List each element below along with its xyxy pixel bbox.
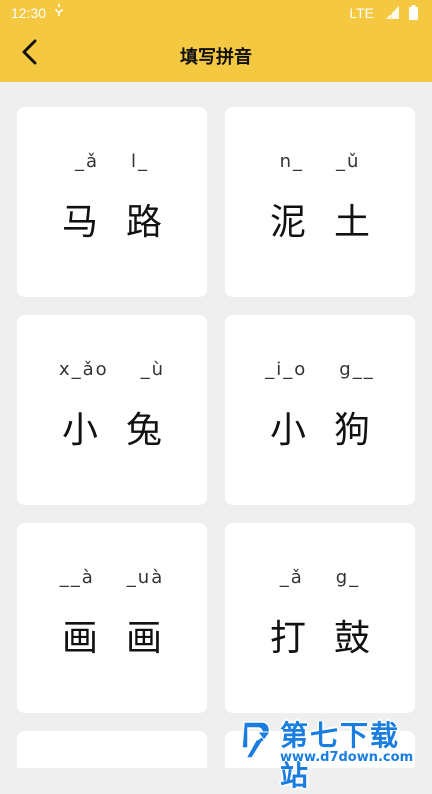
battery-icon xyxy=(409,5,418,23)
pinyin-text: x_ǎo xyxy=(58,359,109,380)
pinyin-text: _ǎ xyxy=(279,567,304,588)
hanzi-row: 小 兔 xyxy=(17,401,207,453)
pinyin-text: _ǔ xyxy=(336,151,361,172)
word-card[interactable]: n_ _ǔ 泥 土 xyxy=(225,107,415,297)
signal-icon xyxy=(386,6,399,19)
d7-logo-icon xyxy=(238,718,274,762)
hanzi-char: 画 xyxy=(61,618,98,659)
hanzi-row: 画 画 xyxy=(17,609,207,661)
pinyin-row: _ǎ g_ xyxy=(225,567,415,588)
pinyin-text: g_ xyxy=(335,567,361,588)
pinyin-text: _ù xyxy=(140,359,166,380)
hanzi-char: 马 xyxy=(61,202,98,243)
word-card[interactable]: __à _uà 画 画 xyxy=(17,523,207,713)
hanzi-row: 泥 土 xyxy=(225,193,415,245)
hanzi-char: 土 xyxy=(334,202,371,243)
pinyin-text: g__ xyxy=(339,359,375,380)
sync-icon xyxy=(54,3,64,20)
hanzi-row: 小 狗 xyxy=(225,401,415,453)
pinyin-row: x_ǎo _ù xyxy=(17,359,207,380)
hanzi-char: 泥 xyxy=(269,202,306,243)
word-card-grid: _ǎ l_ 马 路 n_ _ǔ 泥 土 x_ǎo _ù 小 兔 _i_o g__ xyxy=(0,82,432,768)
pinyin-text: __à xyxy=(59,567,95,588)
pinyin-row: _i_o g__ xyxy=(225,359,415,380)
hanzi-char: 鼓 xyxy=(334,618,371,659)
word-card[interactable] xyxy=(17,731,207,768)
pinyin-row: n_ _ǔ xyxy=(225,151,415,172)
network-type: LTE xyxy=(349,5,374,21)
watermark-url: www.d7down.com xyxy=(280,750,414,765)
hanzi-char: 画 xyxy=(126,618,163,659)
app-header: 12:30 LTE 填写拼音 xyxy=(0,0,432,82)
pinyin-text: _i_o xyxy=(265,359,308,380)
pinyin-row: __à _uà xyxy=(17,567,207,588)
site-watermark: 第七下载站 www.d7down.com xyxy=(238,716,428,792)
hanzi-char: 狗 xyxy=(334,410,371,451)
status-bar: 12:30 LTE xyxy=(0,0,432,26)
word-card[interactable]: _ǎ g_ 打 鼓 xyxy=(225,523,415,713)
hanzi-char: 小 xyxy=(61,410,98,451)
pinyin-row: _ǎ l_ xyxy=(17,151,207,172)
hanzi-char: 路 xyxy=(126,202,163,243)
hanzi-char: 兔 xyxy=(126,410,163,451)
pinyin-text: l_ xyxy=(131,151,150,172)
page-title: 填写拼音 xyxy=(180,47,252,68)
pinyin-text: _uà xyxy=(126,567,165,588)
hanzi-char: 打 xyxy=(269,618,306,659)
hanzi-row: 打 鼓 xyxy=(225,609,415,661)
word-card[interactable]: _ǎ l_ 马 路 xyxy=(17,107,207,297)
status-time: 12:30 xyxy=(11,5,47,21)
word-card[interactable]: _i_o g__ 小 狗 xyxy=(225,315,415,505)
word-card[interactable]: x_ǎo _ù 小 兔 xyxy=(17,315,207,505)
hanzi-row: 马 路 xyxy=(17,193,207,245)
pinyin-text: _ǎ xyxy=(74,151,99,172)
pinyin-text: n_ xyxy=(279,151,304,172)
hanzi-char: 小 xyxy=(269,410,306,451)
